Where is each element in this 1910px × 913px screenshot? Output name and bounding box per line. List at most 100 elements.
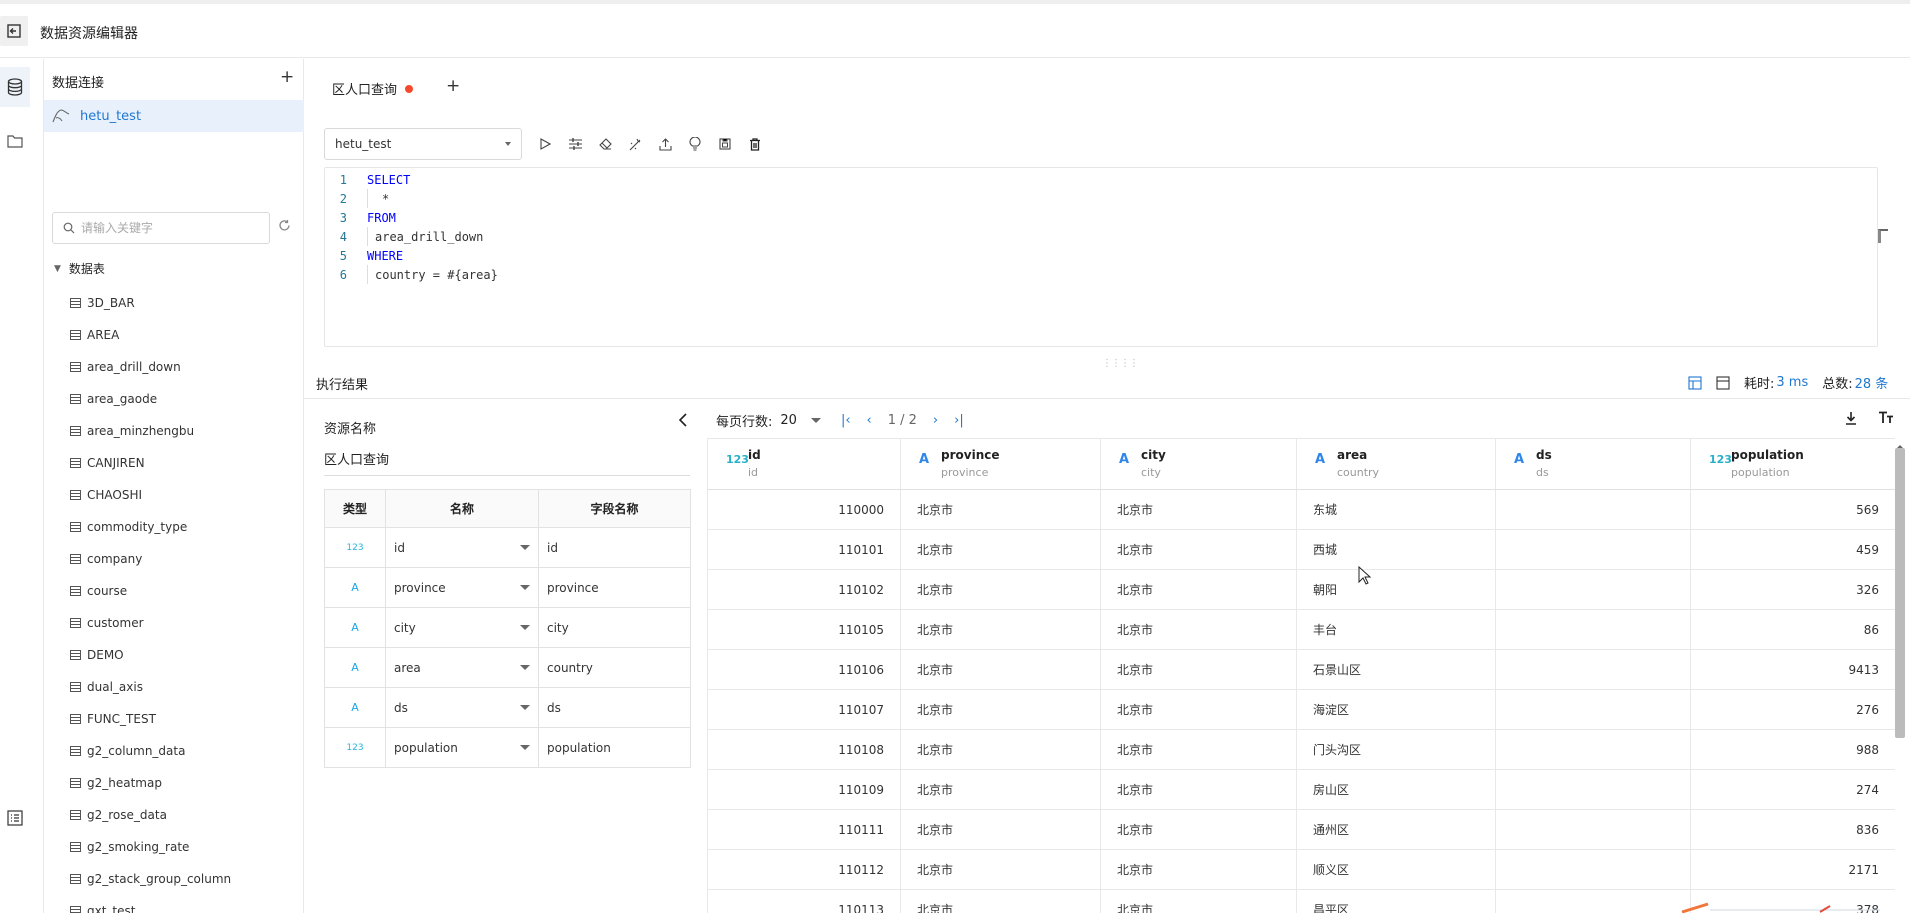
search-input[interactable] [81, 221, 251, 235]
editor-scroll-marker[interactable] [1878, 229, 1888, 243]
grid-column-header[interactable]: Aprovince province [901, 438, 1101, 490]
rail-list-button[interactable] [0, 798, 30, 838]
prev-page-button[interactable]: ‹ [867, 413, 872, 428]
field-name-select[interactable]: ds [385, 687, 539, 728]
table-item[interactable]: g2_stack_group_column [70, 863, 300, 895]
download-button[interactable] [1844, 411, 1858, 429]
hint-button[interactable] [680, 134, 710, 154]
export-button[interactable] [650, 134, 680, 154]
table-item[interactable]: AREA [70, 319, 300, 351]
grid-column-header[interactable]: Ads ds [1496, 438, 1691, 490]
table-row[interactable]: 110111 北京市 北京市 通州区 836 [708, 810, 1895, 850]
field-name-select[interactable]: area [385, 647, 539, 688]
run-button[interactable] [530, 134, 560, 154]
table-row[interactable]: 110102 北京市 北京市 朝阳 326 [708, 570, 1895, 610]
table-item[interactable]: gxt_test [70, 895, 300, 913]
format-button[interactable] [620, 134, 650, 154]
table-item[interactable]: customer [70, 607, 300, 639]
back-button[interactable] [0, 16, 28, 46]
field-column-name[interactable]: ds [538, 687, 691, 728]
tables-tree-header[interactable]: ▼ 数据表 [54, 260, 105, 277]
grid-cell: 326 [1691, 570, 1895, 610]
field-name-select[interactable]: id [385, 527, 539, 568]
layout-split-icon[interactable] [1688, 375, 1702, 390]
table-item[interactable]: 3D_BAR [70, 287, 300, 319]
field-name-select[interactable]: population [385, 727, 539, 768]
grid-cell: 北京市 [1101, 690, 1297, 730]
field-column-name[interactable]: id [538, 527, 691, 568]
clear-button[interactable] [590, 134, 620, 154]
table-icon [70, 490, 81, 500]
params-button[interactable] [560, 134, 590, 154]
grid-scroll-up-button[interactable] [1895, 440, 1905, 449]
rail-database-button[interactable] [0, 67, 30, 107]
format-icon [629, 138, 640, 150]
code-text: SELECT [367, 172, 411, 187]
first-page-button[interactable]: |‹ [841, 413, 851, 428]
add-tab-button[interactable]: + [446, 76, 460, 96]
table-row[interactable]: 110107 北京市 北京市 海淀区 276 [708, 690, 1895, 730]
table-item[interactable]: DEMO [70, 639, 300, 671]
tab-query[interactable]: 区人口查询 [332, 79, 414, 98]
caret-down-icon[interactable] [810, 418, 821, 423]
delete-button[interactable] [740, 134, 770, 154]
table-row[interactable]: 110108 北京市 北京市 门头沟区 988 [708, 730, 1895, 770]
rail-folder-button[interactable] [0, 121, 30, 161]
table-item-label: CHAOSHI [87, 488, 143, 502]
table-row[interactable]: 110106 北京市 北京市 石景山区 9413 [708, 650, 1895, 690]
table-row[interactable]: 110105 北京市 北京市 丰台 86 [708, 610, 1895, 650]
field-column-name[interactable]: province [538, 567, 691, 608]
table-item[interactable]: commodity_type [70, 511, 300, 543]
rows-per-page-select[interactable]: 20 [780, 413, 797, 428]
field-column-name[interactable]: country [538, 647, 691, 688]
save-button[interactable] [710, 134, 740, 154]
table-item[interactable]: area_gaode [70, 383, 300, 415]
table-row[interactable]: 110000 北京市 北京市 东城 569 [708, 490, 1895, 530]
table-item[interactable]: area_minzhengbu [70, 415, 300, 447]
grid-cell: 276 [1691, 690, 1895, 730]
field-name-select[interactable]: province [385, 567, 539, 608]
table-row[interactable]: 110101 北京市 北京市 西城 459 [708, 530, 1895, 570]
database-select[interactable]: hetu_test [324, 128, 522, 160]
table-item[interactable]: CHAOSHI [70, 479, 300, 511]
table-item[interactable]: dual_axis [70, 671, 300, 703]
table-item[interactable]: company [70, 543, 300, 575]
grid-scrollbar[interactable] [1895, 448, 1905, 738]
table-search-box[interactable] [52, 212, 270, 244]
field-column-name[interactable]: city [538, 607, 691, 648]
table-item[interactable]: CANJIREN [70, 447, 300, 479]
table-item-label: 3D_BAR [87, 296, 135, 310]
sql-code-editor[interactable]: 1 SELECT 2 * 3 FROM 4 area_drill_down 5 WHERE 6 cou… [324, 167, 1878, 347]
table-row[interactable]: 110112 北京市 北京市 顺义区 2171 [708, 850, 1895, 890]
grid-cell: 110113 [708, 890, 901, 913]
field-name-select[interactable]: city [385, 607, 539, 648]
left-icon-rail [0, 59, 44, 913]
refresh-button[interactable] [278, 219, 291, 236]
next-page-button[interactable]: › [933, 413, 938, 428]
collapse-panel-button[interactable] [678, 413, 688, 431]
resize-grip-icon[interactable]: ⋮⋮⋮⋮ [1102, 358, 1139, 369]
table-item[interactable]: area_drill_down [70, 351, 300, 383]
table-item[interactable]: g2_column_data [70, 735, 300, 767]
grid-column-header[interactable]: Acity city [1101, 438, 1297, 490]
table-row[interactable]: 110109 北京市 北京市 房山区 274 [708, 770, 1895, 810]
grid-cell: 110106 [708, 650, 901, 690]
grid-column-header[interactable]: 123 id id [708, 438, 901, 490]
grid-column-header[interactable]: 123 population population [1691, 438, 1895, 490]
table-item[interactable]: g2_heatmap [70, 767, 300, 799]
caret-down-icon [520, 665, 530, 670]
last-page-button[interactable]: ›| [954, 413, 964, 428]
layout-single-icon[interactable] [1716, 375, 1730, 390]
table-item[interactable]: FUNC_TEST [70, 703, 300, 735]
table-item[interactable]: course [70, 575, 300, 607]
table-item[interactable]: g2_smoking_rate [70, 831, 300, 863]
font-size-button[interactable] [1878, 411, 1894, 428]
column-name: population [1731, 448, 1804, 462]
grid-column-header[interactable]: Aarea country [1297, 438, 1496, 490]
add-connection-button[interactable]: + [280, 67, 294, 87]
field-column-name[interactable]: population [538, 727, 691, 768]
grid-cell [1496, 890, 1691, 913]
resource-name-value[interactable]: 区人口查询 [324, 449, 389, 468]
connection-item-hetu-test[interactable]: hetu_test [44, 100, 304, 132]
table-item[interactable]: g2_rose_data [70, 799, 300, 831]
